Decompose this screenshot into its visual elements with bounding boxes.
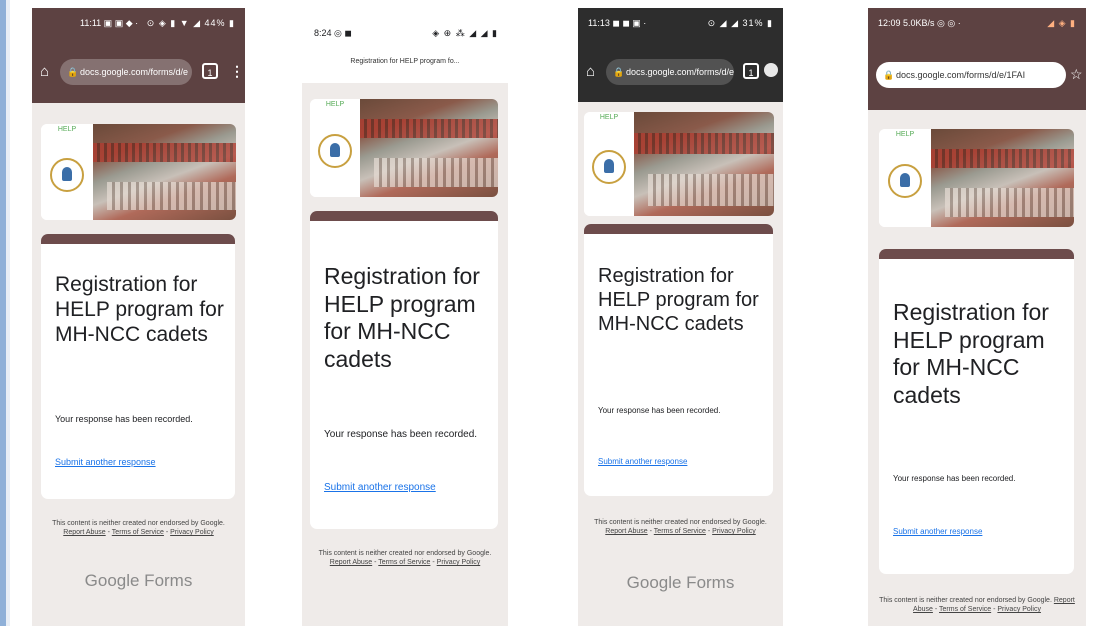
submit-another-link[interactable]: Submit another response <box>324 482 436 493</box>
disclaimer-text: This content is neither created nor endo… <box>594 519 767 526</box>
report-abuse-link[interactable]: Report Abuse <box>605 528 647 535</box>
card-accent-strip <box>310 211 498 221</box>
address-bar[interactable]: 🔒 docs.google.com/forms/d/e/1FAI <box>876 62 1066 88</box>
address-url: docs.google.com/forms/d/e <box>626 67 734 77</box>
privacy-link[interactable]: Privacy Policy <box>437 559 481 566</box>
card-accent-strip <box>584 224 773 234</box>
response-recorded-text: Your response has been recorded. <box>893 474 1016 483</box>
phone-screenshot-3: 11:13 ◼ ◼ ▣ · ⊙ ◢ ◢ 31% ▮ ⌂ 🔒 docs.googl… <box>578 8 783 626</box>
help-logo: HELP <box>584 112 634 216</box>
help-logo-text: HELP <box>599 114 619 121</box>
parade-photo <box>634 112 774 216</box>
url-row: ⌂ 🔒 docs.google.com/forms/d/e 1 <box>578 53 783 93</box>
google-forms-logo[interactable]: Google Forms <box>32 571 245 591</box>
status-icons: ⊙ ◢ ◢ 31% ▮ <box>707 18 773 28</box>
form-header-banner: HELP <box>41 124 236 220</box>
account-avatar[interactable] <box>764 63 778 77</box>
emblem-icon <box>888 164 922 198</box>
footer-disclaimer: This content is neither created nor endo… <box>318 550 492 567</box>
submit-another-link[interactable]: Submit another response <box>55 457 156 467</box>
status-icons: ◢ ◈ ▮ <box>1047 18 1076 28</box>
lock-icon: 🔒 <box>613 67 625 77</box>
response-recorded-text: Your response has been recorded. <box>598 406 721 415</box>
parade-photo <box>931 129 1074 227</box>
response-recorded-text: Your response has been recorded. <box>324 429 478 440</box>
status-time: 11:13 ◼ ◼ ▣ · <box>588 18 647 28</box>
parade-photo <box>93 124 236 220</box>
home-icon[interactable]: ⌂ <box>40 64 49 80</box>
terms-link[interactable]: Terms of Service <box>939 606 991 613</box>
response-recorded-text: Your response has been recorded. <box>55 414 193 424</box>
window-edge-highlight <box>6 0 10 626</box>
submit-another-link[interactable]: Submit another response <box>893 527 982 536</box>
form-title: Registration for HELP program for MH-NCC… <box>598 265 759 335</box>
privacy-link[interactable]: Privacy Policy <box>712 528 756 535</box>
emblem-icon <box>318 134 352 168</box>
browser-toolbar <box>302 13 508 83</box>
help-logo-text: HELP <box>325 101 345 108</box>
card-accent-strip <box>41 234 235 244</box>
lock-icon: 🔒 <box>67 67 79 77</box>
emblem-icon <box>592 150 626 184</box>
terms-link[interactable]: Terms of Service <box>378 559 430 566</box>
terms-link[interactable]: Terms of Service <box>112 529 164 536</box>
status-time: 11:11 ▣ ▣ ◆ · <box>80 18 139 28</box>
form-title: Registration for HELP program for MH-NCC… <box>55 273 224 347</box>
tabs-icon[interactable]: 1 <box>202 63 218 79</box>
privacy-link[interactable]: Privacy Policy <box>170 529 214 536</box>
url-row: ⌂ 🔒 docs.google.com/forms/d/e 1 ⋮ <box>32 53 245 93</box>
confirmation-card: Registration for HELP program for MH-NCC… <box>879 249 1074 574</box>
lock-icon: 🔒 <box>883 70 895 80</box>
confirmation-card: Registration for HELP program for MH-NCC… <box>41 234 235 499</box>
address-url: docs.google.com/forms/d/e <box>80 67 189 77</box>
emblem-icon <box>50 158 84 192</box>
parade-photo <box>360 99 498 197</box>
status-time: 12:09 5.0KB/s ◎ ◎ · <box>878 18 961 28</box>
help-logo: HELP <box>41 124 93 220</box>
help-logo: HELP <box>310 99 360 197</box>
google-forms-logo[interactable]: Google Forms <box>578 573 783 593</box>
disclaimer-text: This content is neither created nor endo… <box>52 520 225 527</box>
tabs-icon[interactable]: 1 <box>743 63 759 79</box>
footer-disclaimer: This content is neither created nor endo… <box>879 597 1075 614</box>
card-accent-strip <box>879 249 1074 259</box>
status-icons: ◈ ⊕ ⁂ ◢ ◢ ▮ <box>432 28 498 38</box>
help-logo-text: HELP <box>895 131 915 138</box>
menu-icon[interactable]: ⋮ <box>230 62 244 80</box>
footer-disclaimer: This content is neither created nor endo… <box>594 519 767 536</box>
address-bar[interactable]: 🔒 docs.google.com/forms/d/e <box>60 59 192 85</box>
form-title: Registration for HELP program for MH-NCC… <box>324 263 480 372</box>
phone-screenshot-1: 11:11 ▣ ▣ ◆ · ⊙ ◈ ▮ ▼ ◢ 44% ▮ ⌂ 🔒 docs.g… <box>32 8 245 626</box>
disclaimer-text: This content is neither created nor endo… <box>318 550 492 557</box>
phone-screenshot-4: 12:09 5.0KB/s ◎ ◎ · ◢ ◈ ▮ 🔒 docs.google.… <box>868 8 1086 626</box>
phone-screenshot-2: 8:24 ◎ ◼ ◈ ⊕ ⁂ ◢ ◢ ▮ Registration for HE… <box>302 13 508 626</box>
address-url: docs.google.com/forms/d/e/1FAI <box>896 70 1026 80</box>
submit-another-link[interactable]: Submit another response <box>598 457 687 466</box>
help-logo-text: HELP <box>57 126 77 133</box>
privacy-link[interactable]: Privacy Policy <box>997 606 1041 613</box>
confirmation-card: Registration for HELP program for MH-NCC… <box>310 211 498 529</box>
report-abuse-link[interactable]: Report Abuse <box>63 529 105 536</box>
form-title: Registration for HELP program for MH-NCC… <box>893 299 1049 408</box>
report-abuse-link[interactable]: Report Abuse <box>330 559 372 566</box>
address-bar[interactable]: 🔒 docs.google.com/forms/d/e <box>606 59 734 85</box>
page-title-bar: Registration for HELP program fo... <box>350 58 460 65</box>
home-icon[interactable]: ⌂ <box>586 64 595 80</box>
footer-disclaimer: This content is neither created nor endo… <box>52 520 225 537</box>
form-header-banner: HELP <box>879 129 1074 227</box>
bookmark-star-icon[interactable]: ☆ <box>1070 65 1083 83</box>
help-logo: HELP <box>879 129 931 227</box>
form-header-banner: HELP <box>310 99 498 197</box>
url-row: 🔒 docs.google.com/forms/d/e/1FAI ☆ <box>868 56 1086 96</box>
terms-link[interactable]: Terms of Service <box>654 528 706 535</box>
form-header-banner: HELP <box>584 112 774 216</box>
status-icons: ⊙ ◈ ▮ ▼ ◢ 44% ▮ <box>146 18 235 28</box>
status-time: 8:24 ◎ ◼ <box>314 28 352 38</box>
disclaimer-text: This content is neither created nor endo… <box>879 597 1052 604</box>
confirmation-card: Registration for HELP program for MH-NCC… <box>584 224 773 496</box>
